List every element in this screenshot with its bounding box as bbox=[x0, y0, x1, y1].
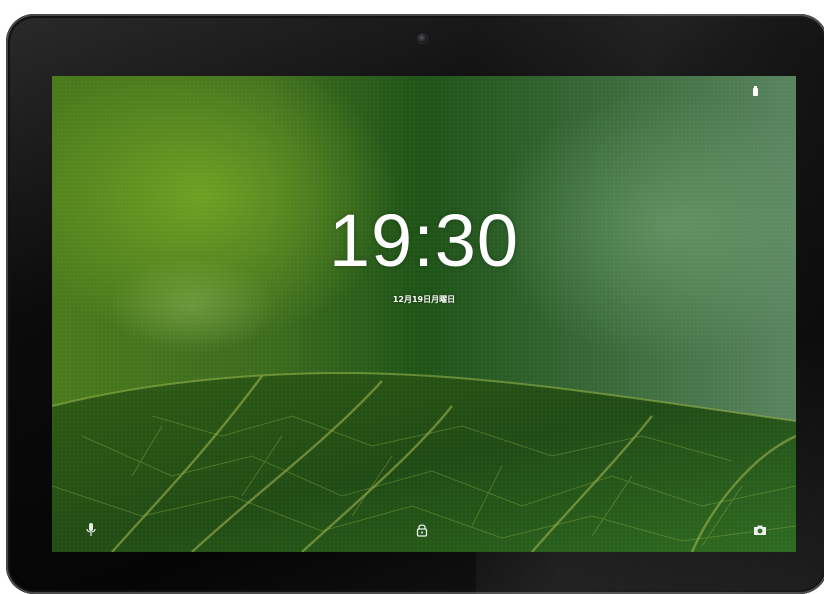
front-camera bbox=[418, 34, 427, 43]
lockscreen-date: 12月19日月曜日 bbox=[392, 295, 456, 304]
screen-pixel-texture bbox=[52, 76, 796, 552]
lockscreen-clock: 19:30 bbox=[328, 199, 520, 282]
battery-icon bbox=[753, 86, 758, 96]
mic-icon[interactable] bbox=[84, 523, 98, 537]
tablet-device: 19:30 12月19日月曜日 bbox=[6, 14, 824, 594]
lock-screen[interactable]: 19:30 12月19日月曜日 bbox=[52, 76, 796, 552]
lock-icon[interactable] bbox=[415, 523, 429, 537]
camera-icon[interactable] bbox=[753, 523, 767, 537]
